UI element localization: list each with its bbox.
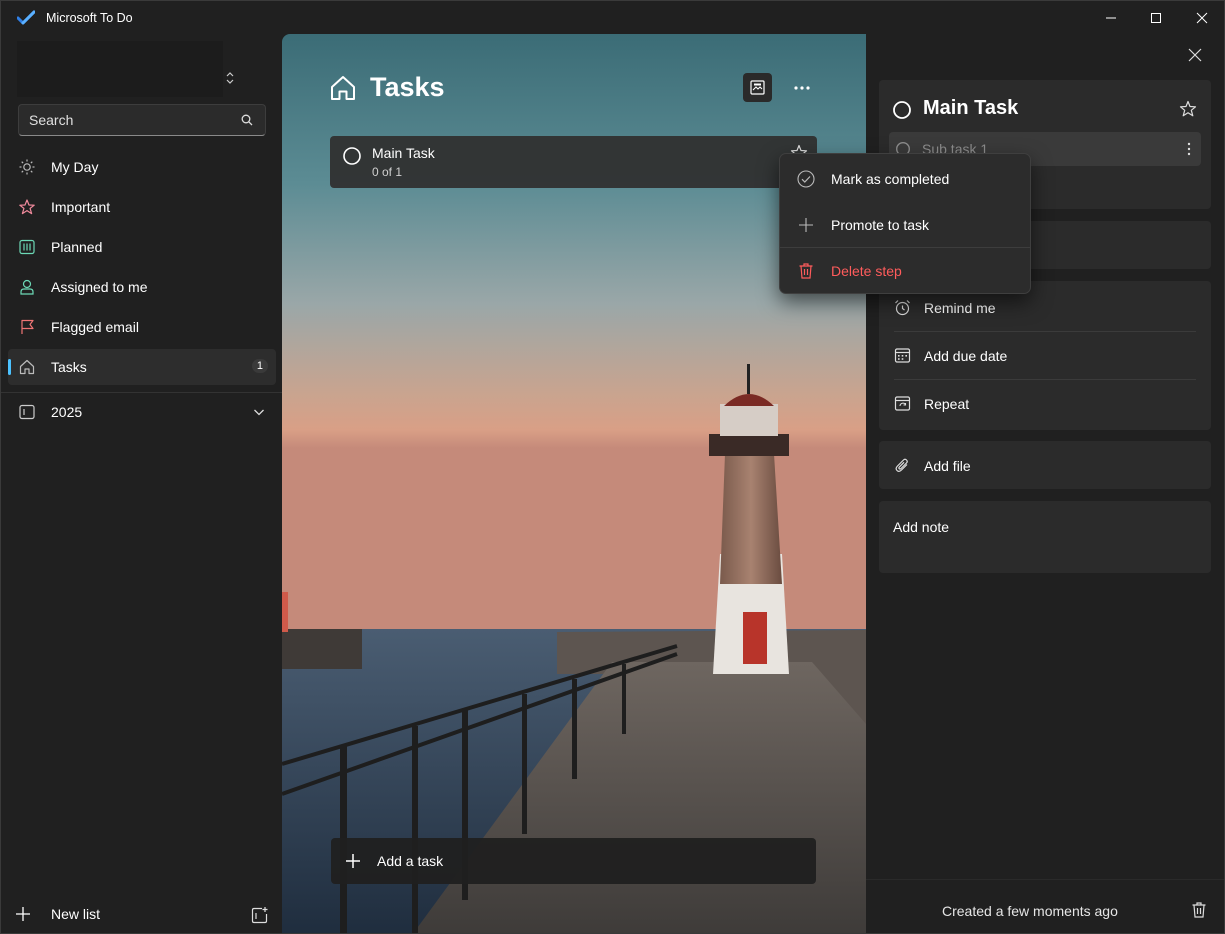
alarm-clock-icon (895, 300, 910, 316)
footer-divider (866, 879, 1224, 880)
menu-item-delete-step[interactable]: Delete step (784, 251, 1028, 291)
sun-icon (19, 159, 35, 175)
sidebar-item-label: Tasks (51, 359, 87, 375)
sidebar-item-tasks[interactable]: Tasks 1 (8, 349, 276, 385)
complete-task-circle-icon[interactable] (892, 100, 912, 120)
more-options-icon[interactable] (790, 79, 814, 97)
maximize-button[interactable] (1133, 1, 1179, 35)
sidebar-item-label: Assigned to me (51, 279, 148, 295)
calendar-icon (894, 348, 911, 363)
calendar-grid-icon (19, 239, 35, 255)
plus-icon (346, 854, 360, 868)
detail-task-title[interactable]: Main Task (923, 97, 1018, 120)
flag-icon (21, 319, 34, 334)
new-group-icon[interactable] (251, 906, 269, 924)
trash-icon[interactable] (1190, 901, 1208, 919)
repeat-row[interactable]: Repeat (894, 380, 1196, 427)
created-timestamp: Created a few moments ago (942, 903, 1118, 919)
menu-item-label: Delete step (831, 263, 902, 279)
menu-divider (780, 247, 1030, 248)
search-icon[interactable] (241, 114, 253, 126)
add-note-placeholder[interactable]: Add note (893, 519, 949, 535)
chevron-updown-icon[interactable] (223, 71, 237, 85)
remind-me-label: Remind me (924, 299, 996, 316)
home-icon (331, 75, 355, 100)
image-icon (750, 80, 765, 95)
selection-indicator (8, 359, 11, 375)
sidebar-item-assigned[interactable]: Assigned to me (8, 269, 276, 305)
sidebar: My Day Important Planned Assigned to me (1, 35, 282, 933)
note-card[interactable]: Add note (879, 501, 1211, 573)
plus-icon (799, 218, 813, 232)
list-header: Tasks (330, 72, 445, 103)
search-input[interactable] (19, 105, 229, 135)
count-badge: 1 (251, 359, 268, 373)
change-background-button[interactable] (743, 73, 772, 102)
sidebar-group-2025[interactable]: 2025 (8, 394, 276, 430)
home-icon (19, 359, 35, 375)
search-box[interactable] (18, 104, 266, 136)
add-file-card[interactable]: Add file (879, 441, 1211, 489)
star-icon[interactable] (1179, 100, 1197, 118)
check-circle-icon (797, 170, 815, 188)
task-step-progress: 0 of 1 (372, 165, 403, 179)
paperclip-icon (895, 458, 908, 472)
person-icon (20, 279, 34, 295)
sidebar-item-label: Flagged email (51, 319, 139, 335)
close-icon (1196, 12, 1208, 24)
trash-icon (799, 263, 813, 279)
sidebar-item-label: Important (51, 199, 111, 215)
app-window: Microsoft To Do Search My Day Important … (0, 0, 1225, 934)
sidebar-item-label: My Day (51, 159, 99, 175)
maximize-icon (1151, 13, 1161, 23)
account-switcher[interactable] (17, 41, 223, 97)
sidebar-divider (1, 392, 282, 393)
sidebar-item-planned[interactable]: Planned (8, 229, 276, 265)
add-file-label: Add file (924, 457, 971, 474)
plus-icon (16, 907, 30, 921)
close-icon[interactable] (1188, 48, 1202, 62)
list-title: Tasks (370, 72, 445, 102)
title-bar: Microsoft To Do (1, 1, 1224, 35)
menu-item-label: Mark as completed (831, 171, 950, 187)
new-list-label: New list (51, 906, 101, 922)
minimize-icon (1106, 17, 1116, 19)
menu-item-promote[interactable]: Promote to task (784, 205, 1028, 245)
sidebar-group-label: 2025 (51, 404, 83, 420)
sidebar-item-label: Planned (51, 239, 103, 255)
add-file-row[interactable]: Add file (894, 442, 1196, 489)
add-due-date-row[interactable]: Add due date (894, 332, 1196, 379)
minimize-button[interactable] (1088, 1, 1134, 35)
add-task-label: Add a task (377, 853, 444, 869)
sidebar-item-flagged[interactable]: Flagged email (8, 309, 276, 345)
step-context-menu: Mark as completed Promote to task Delete… (779, 153, 1031, 294)
star-icon (19, 199, 35, 215)
complete-task-circle-icon[interactable] (342, 146, 362, 166)
group-icon (19, 404, 35, 420)
add-due-date-label: Add due date (924, 347, 1008, 364)
new-list-button[interactable]: New list (13, 901, 213, 927)
close-window-button[interactable] (1179, 1, 1224, 35)
chevron-down-icon[interactable] (252, 405, 266, 419)
reminders-card: Remind me Add due date Repeat (879, 281, 1211, 430)
sidebar-item-important[interactable]: Important (8, 189, 276, 225)
sidebar-item-my-day[interactable]: My Day (8, 149, 276, 185)
task-item[interactable]: Main Task 0 of 1 (330, 136, 817, 188)
add-task-bar[interactable]: Add a task (331, 838, 816, 884)
app-title: Microsoft To Do (46, 11, 133, 25)
task-title: Main Task (372, 145, 435, 161)
repeat-label: Repeat (924, 395, 970, 412)
menu-item-mark-completed[interactable]: Mark as completed (784, 159, 1028, 199)
repeat-calendar-icon (894, 396, 911, 411)
menu-item-label: Promote to task (831, 217, 930, 233)
todo-logo-icon (17, 10, 35, 25)
kebab-menu-icon[interactable] (1187, 141, 1191, 157)
